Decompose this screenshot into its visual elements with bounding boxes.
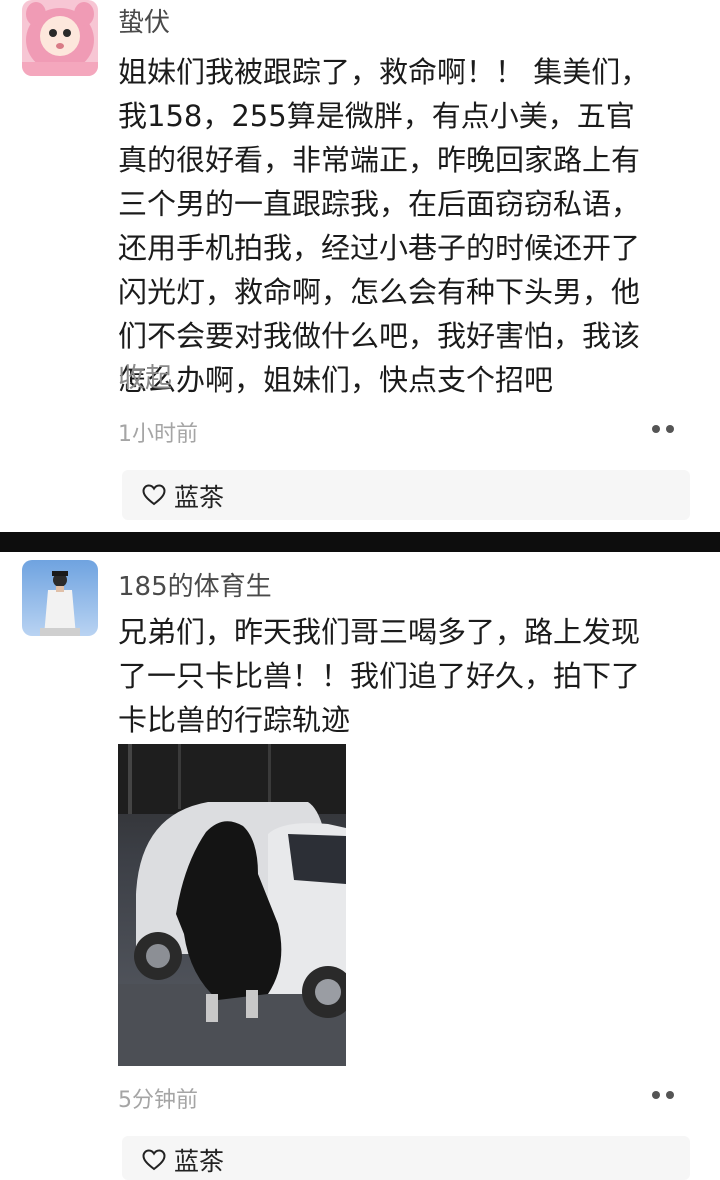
content-line: 兄弟们，昨天我们哥三喝多了，路上发现	[118, 615, 641, 649]
more-dots-icon[interactable]	[648, 1088, 680, 1102]
username[interactable]: 185的体育生	[118, 566, 272, 603]
post-photo[interactable]	[118, 744, 346, 1066]
content-line: 了一只卡比兽！！我们追了好久，拍下了	[118, 659, 641, 693]
content-line: 还用手机拍我，经过小巷子的时候还开了	[118, 231, 641, 265]
avatar[interactable]	[22, 560, 98, 636]
content-line: 怎么办啊，姐妹们，快点支个招吧	[118, 363, 554, 397]
content-line: 三个男的一直跟踪我，在后面窃窃私语，	[118, 187, 641, 221]
collapse-button[interactable]: 收起	[118, 356, 172, 395]
content-line: 卡比兽的行踪轨迹	[118, 703, 351, 737]
content-line: 我158，255算是微胖，有点小美，五官	[118, 99, 635, 133]
more-dots-icon[interactable]	[648, 422, 680, 436]
timestamp: 1小时前	[118, 422, 198, 447]
liker-name[interactable]: 蓝茶	[174, 478, 224, 514]
heart-icon[interactable]	[142, 484, 166, 506]
content-line: 真的很好看，非常端正，昨晚回家路上有	[118, 143, 641, 177]
content-line: 姐妹们我被跟踪了，救命啊！！ 集美们，	[118, 55, 650, 89]
heart-icon[interactable]	[142, 1149, 166, 1171]
post-content: 兄弟们，昨天我们哥三喝多了，路上发现 了一只卡比兽！！我们追了好久，拍下了 卡比…	[118, 610, 698, 742]
content-line: 闪光灯，救命啊，怎么会有种下头男，他	[118, 275, 641, 309]
comment-post-2: 185的体育生 兄弟们，昨天我们哥三喝多了，路上发现 了一只卡比兽！！我们追了好…	[0, 552, 720, 1180]
liker-name[interactable]: 蓝茶	[174, 1142, 224, 1178]
avatar[interactable]	[22, 0, 98, 76]
post-divider	[0, 532, 720, 552]
post-content: 姐妹们我被跟踪了，救命啊！！ 集美们， 我158，255算是微胖，有点小美，五官…	[118, 50, 698, 402]
timestamp: 5分钟前	[118, 1088, 198, 1113]
comment-post-1: 蛰伏 姐妹们我被跟踪了，救命啊！！ 集美们， 我158，255算是微胖，有点小美…	[0, 0, 720, 532]
username[interactable]: 蛰伏	[118, 2, 170, 39]
like-bar: 蓝茶	[122, 1136, 690, 1180]
like-bar: 蓝茶	[122, 470, 690, 520]
content-line: 们不会要对我做什么吧，我好害怕，我该	[118, 319, 641, 353]
